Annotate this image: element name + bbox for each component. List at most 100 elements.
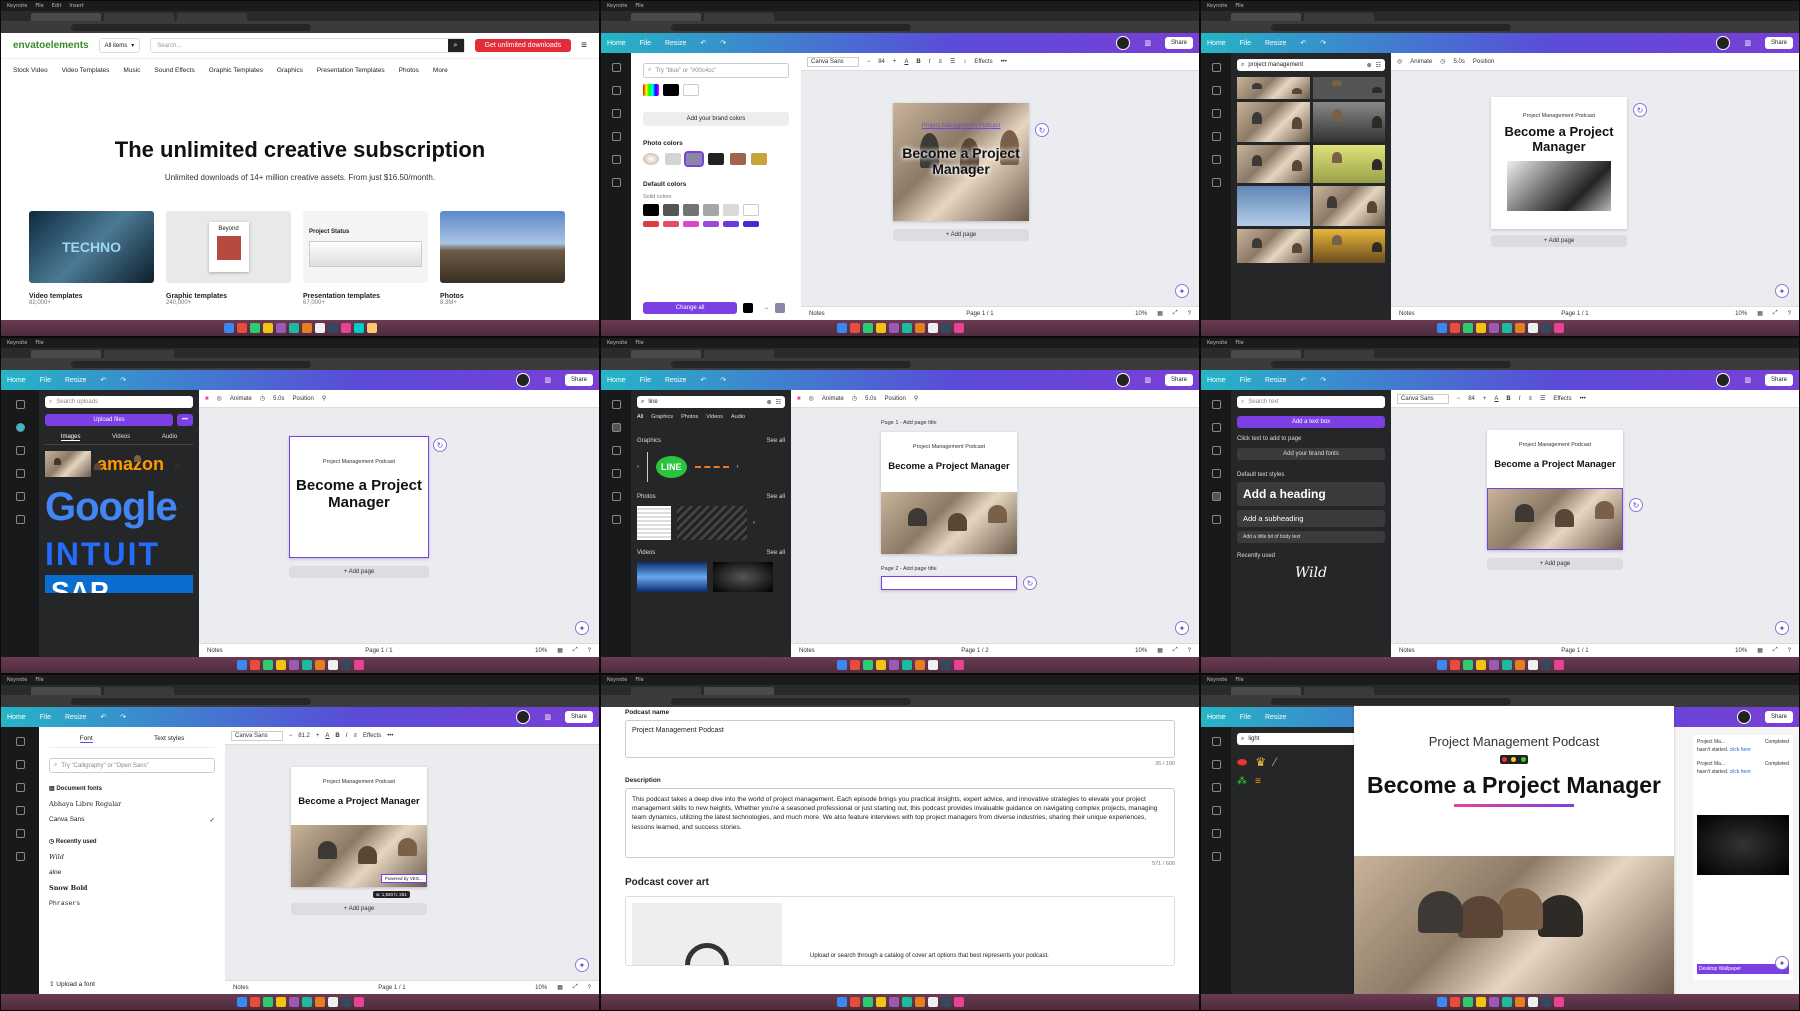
color-swatch[interactable]: [643, 204, 659, 216]
dock-app-icon[interactable]: [275, 323, 286, 333]
tab-audio[interactable]: Audio: [731, 414, 745, 420]
fullscreen-icon[interactable]: ⤢: [573, 647, 578, 654]
add-brand-colors-button[interactable]: Add your brand colors: [643, 112, 789, 126]
add-brand-fonts-button[interactable]: Add your brand fonts: [1237, 448, 1385, 460]
uploads-icon[interactable]: [15, 423, 25, 432]
tab-images[interactable]: Images: [60, 434, 81, 441]
design-page[interactable]: Project Management Podcast Become a Proj…: [893, 103, 1029, 221]
browser-url-bar[interactable]: [601, 21, 1199, 33]
apps-icon[interactable]: [1211, 515, 1221, 524]
design-page-2[interactable]: [881, 576, 1017, 590]
chevron-left-icon[interactable]: ‹: [637, 464, 639, 470]
color-swatch[interactable]: [663, 84, 679, 96]
laptop-photo[interactable]: [1507, 160, 1611, 211]
os-menu-edit[interactable]: Edit: [52, 3, 62, 9]
effects-button[interactable]: Effects: [974, 59, 992, 65]
see-all-link[interactable]: See all: [767, 550, 785, 556]
nav-item[interactable]: Presentation Templates: [317, 67, 385, 74]
intuit-logo[interactable]: INTUIT: [45, 536, 193, 573]
cover-art-box[interactable]: Upload or search through a catalog of co…: [625, 896, 1175, 966]
add-heading-button[interactable]: Add a heading: [1237, 482, 1385, 506]
chevron-right-icon[interactable]: ›: [737, 464, 739, 470]
notes-button[interactable]: Notes: [1399, 648, 1415, 654]
more-icon[interactable]: •••: [1001, 59, 1007, 65]
podcast-title-text[interactable]: Project Management Podcast: [291, 779, 427, 785]
os-menu-file[interactable]: File: [1235, 677, 1243, 683]
clear-icon[interactable]: ⊗: [1367, 62, 1372, 69]
see-all-link[interactable]: See all: [767, 438, 785, 444]
tab-font[interactable]: Font: [79, 735, 93, 743]
share-button[interactable]: Share: [564, 711, 593, 723]
os-menu-app[interactable]: Keynote: [7, 677, 27, 683]
design-icon[interactable]: [611, 63, 621, 72]
podcast-title-text[interactable]: Project Management Podcast: [1354, 734, 1674, 749]
brand-icon[interactable]: [15, 783, 25, 792]
design-page[interactable]: Project Management Podcast Become a Proj…: [289, 436, 429, 558]
zoom-level[interactable]: 10%: [1135, 311, 1147, 317]
redo-icon[interactable]: ↷: [1320, 376, 1326, 384]
traffic-light-graphic[interactable]: ⁂: [1237, 776, 1247, 787]
refresh-icon[interactable]: ↻: [433, 438, 447, 452]
page-indicator[interactable]: Page 1 / 1: [966, 311, 993, 317]
text-icon[interactable]: [15, 446, 25, 455]
os-menu-file[interactable]: File: [635, 3, 643, 9]
file-menu[interactable]: File: [1240, 377, 1251, 384]
avatar[interactable]: [516, 710, 531, 724]
share-button[interactable]: Share: [1764, 37, 1793, 49]
resize-button[interactable]: Resize: [665, 40, 686, 47]
chevron-right-icon[interactable]: ›: [753, 520, 755, 526]
page-label[interactable]: Page 2 - Add page title: [881, 566, 937, 572]
design-page-preview[interactable]: Project Management Podcast Become a Proj…: [1354, 706, 1674, 996]
recent-text-style[interactable]: Wild: [1237, 565, 1385, 581]
browser-tab[interactable]: [1304, 350, 1374, 358]
refresh-icon[interactable]: ↻: [1023, 576, 1037, 590]
uploads-icon[interactable]: [611, 86, 621, 95]
zoom-level[interactable]: 10%: [1135, 648, 1147, 654]
home-button[interactable]: Home: [1207, 714, 1226, 721]
help-icon[interactable]: ?: [588, 985, 591, 991]
avatar[interactable]: [1116, 373, 1131, 387]
draw-icon[interactable]: [1211, 783, 1221, 792]
brand-icon[interactable]: [1211, 446, 1221, 455]
podcast-title-text[interactable]: Project Management Podcast: [1491, 113, 1627, 119]
brand-icon[interactable]: [611, 446, 621, 455]
tab-text-styles[interactable]: Text styles: [154, 735, 184, 743]
color-swatch[interactable]: [743, 221, 759, 227]
elements-icon[interactable]: [1211, 423, 1221, 432]
file-menu[interactable]: File: [40, 377, 51, 384]
font-item[interactable]: Abhaya Libre Regular: [49, 800, 215, 808]
chart-icon[interactable]: ▥: [1144, 376, 1151, 384]
elements-icon[interactable]: [15, 760, 25, 769]
page-indicator[interactable]: Page 1 / 1: [378, 985, 405, 991]
tab-all[interactable]: All: [637, 414, 643, 420]
color-swatch[interactable]: [729, 153, 746, 165]
font-item[interactable]: Phrasers: [49, 900, 215, 907]
browser-url-bar[interactable]: [1, 358, 599, 370]
undo-icon[interactable]: ↶: [1300, 39, 1306, 47]
hamburger-icon[interactable]: ≡: [581, 40, 587, 51]
resize-button[interactable]: Resize: [1265, 40, 1286, 47]
fullscreen-icon[interactable]: ⤢: [1773, 310, 1778, 317]
position-button[interactable]: Position: [1473, 59, 1494, 65]
traffic-light-graphic[interactable]: ⬬: [1237, 755, 1247, 770]
nav-item[interactable]: Photos: [399, 67, 419, 74]
italic-icon[interactable]: I: [929, 59, 931, 65]
elements-icon[interactable]: [611, 423, 621, 432]
increase-size-icon[interactable]: +: [893, 59, 897, 65]
elements-icon[interactable]: [1211, 63, 1221, 72]
font-item[interactable]: aloe: [49, 869, 215, 876]
color-swatch[interactable]: [683, 221, 699, 227]
align-icon[interactable]: ≡: [938, 59, 942, 65]
wand-graphic[interactable]: ⁄: [1274, 755, 1276, 770]
decrease-size-icon[interactable]: −: [867, 59, 871, 65]
projects-icon[interactable]: [611, 178, 621, 187]
align-icon[interactable]: ≡: [1528, 396, 1532, 402]
animate-icon[interactable]: ◎: [809, 395, 814, 402]
color-picker-swatch[interactable]: [643, 84, 659, 96]
uploads-icon[interactable]: [611, 469, 621, 478]
dock-app-icon[interactable]: [288, 323, 299, 333]
os-menu-app[interactable]: Keynote: [607, 677, 627, 683]
home-button[interactable]: Home: [7, 714, 26, 721]
design-page[interactable]: Project Management Podcast Become a Proj…: [1491, 97, 1627, 229]
clear-icon[interactable]: ⊗: [767, 399, 772, 406]
